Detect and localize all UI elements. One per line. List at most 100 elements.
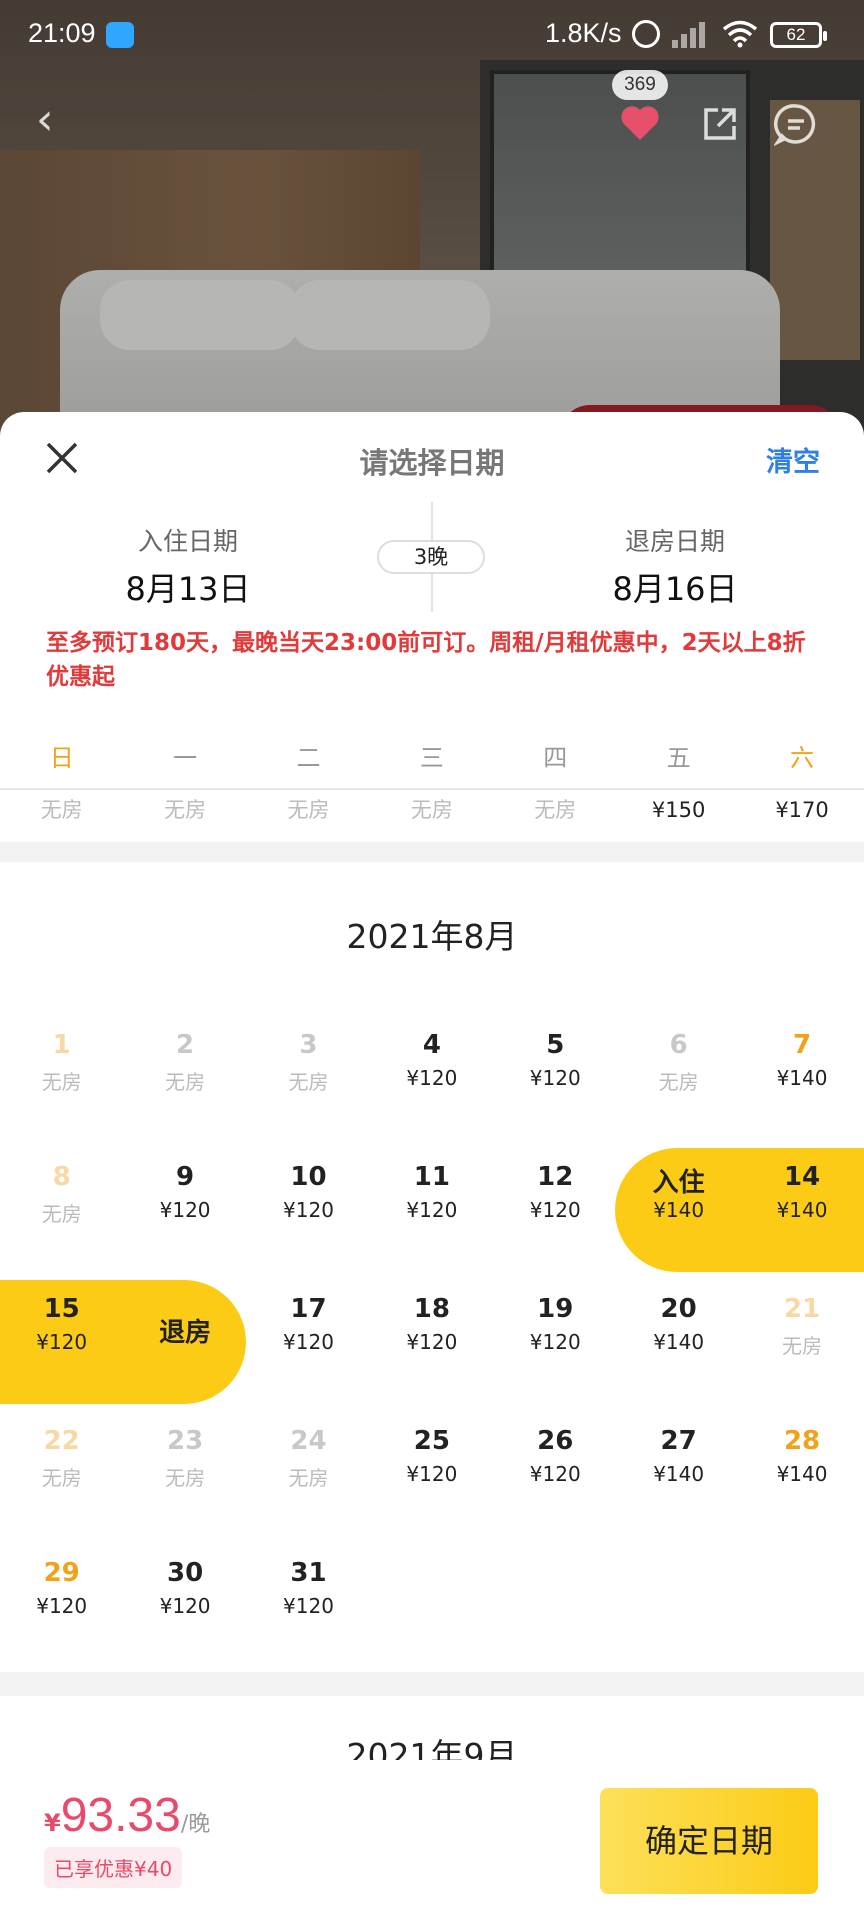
day-number: 18: [413, 1294, 450, 1324]
message-icon[interactable]: [774, 102, 818, 146]
alarm-icon: [632, 20, 660, 48]
weekday-label: 三: [419, 744, 444, 772]
day-price: 无房: [410, 798, 453, 822]
day-number: 29: [43, 1558, 80, 1588]
day-number: 1: [52, 1030, 71, 1060]
sheet-header: 请选择日期 清空: [0, 412, 864, 502]
day-number: 28: [783, 1426, 821, 1456]
share-icon[interactable]: [700, 104, 740, 144]
day-price: 无房: [782, 1334, 823, 1358]
calendar-day[interactable]: 12 ¥120: [494, 1144, 617, 1276]
calendar-day[interactable]: 7 ¥140: [740, 1012, 863, 1144]
day-price: ¥120: [283, 1330, 334, 1354]
sheet-title: 请选择日期: [359, 446, 505, 480]
calendar-day[interactable]: 25 ¥120: [370, 1408, 493, 1540]
day-price: ¥120: [529, 1066, 581, 1090]
nights-badge: 3晚: [377, 540, 485, 574]
day-number: 7: [792, 1030, 812, 1060]
calendar-day[interactable]: 28 ¥140: [740, 1408, 863, 1540]
day-number: 27: [660, 1426, 697, 1456]
calendar-day: 3 无房: [247, 1012, 370, 1144]
checkin-day[interactable]: 入住 ¥140: [617, 1144, 740, 1276]
calendar-day[interactable]: 17 ¥120: [247, 1276, 370, 1408]
day-price: ¥140: [776, 1462, 828, 1486]
day-price: ¥120: [159, 1594, 211, 1618]
price-unit: /晚: [180, 1812, 211, 1837]
day-price: 无房: [164, 798, 207, 822]
checkin-summary[interactable]: 入住日期 8月13日: [38, 522, 338, 610]
day-number: 8: [52, 1162, 71, 1192]
day-number: 23: [166, 1426, 204, 1456]
day-number: 12: [537, 1162, 574, 1192]
chevron-left-icon[interactable]: ‹: [36, 98, 76, 142]
confirm-dates-button[interactable]: 确定日期: [600, 1788, 818, 1894]
day-price: 无房: [40, 798, 83, 822]
day-number: 26: [537, 1426, 574, 1456]
day-price: ¥170: [775, 798, 829, 822]
calendar-day[interactable]: 14 ¥140: [740, 1144, 863, 1276]
calendar-day[interactable]: 20 ¥140: [617, 1276, 740, 1408]
day-price: 无房: [165, 1070, 206, 1094]
calendar-week: 1 无房 2 无房 3 无房 4 ¥120 5 ¥120 6 无房 7 ¥140: [0, 1012, 864, 1144]
day-number: 14: [783, 1162, 821, 1192]
day-number: 15: [43, 1294, 80, 1324]
day-number: 19: [537, 1294, 574, 1324]
calendar-day[interactable]: 10 ¥120: [247, 1144, 370, 1276]
price-summary: ¥93.33/晚 已享优惠¥40: [44, 1788, 210, 1888]
day-price: 无房: [165, 1466, 206, 1490]
day-number: 30: [166, 1558, 204, 1588]
bottom-bar: ¥93.33/晚 已享优惠¥40 确定日期: [0, 1760, 864, 1920]
calendar-day[interactable]: 27 ¥140: [617, 1408, 740, 1540]
day-number: 24: [290, 1426, 327, 1456]
day-price: 无房: [658, 1070, 699, 1094]
day-number: 22: [43, 1426, 80, 1456]
checkout-day[interactable]: 退房: [123, 1276, 246, 1408]
signal-icon: [672, 18, 710, 48]
heart-icon[interactable]: [616, 98, 664, 146]
day-price: ¥120: [283, 1198, 334, 1222]
weekday-label: 五: [666, 744, 691, 772]
calendar-day[interactable]: 4 ¥120: [370, 1012, 493, 1144]
booking-notice: 至多预订180天，最晚当天23:00前可订。周租/月租优惠中，2天以上8折优惠起: [46, 630, 806, 690]
calendar-day[interactable]: 5 ¥120: [494, 1012, 617, 1144]
day-price: ¥140: [776, 1198, 828, 1222]
calendar-week: 22 无房 23 无房 24 无房 25 ¥120 26 ¥120 27 ¥140 28 ¥1…: [0, 1408, 864, 1540]
checkout-label: 退房日期: [624, 527, 725, 556]
weekday-label: 一: [173, 744, 198, 772]
clear-button[interactable]: 清空: [766, 440, 820, 479]
day-number: 退房: [159, 1318, 212, 1348]
day-number: 31: [290, 1558, 327, 1588]
day-price: ¥120: [406, 1198, 458, 1222]
favorite-count: 369: [612, 70, 668, 100]
day-number: 25: [413, 1426, 450, 1456]
day-number: 10: [290, 1162, 327, 1192]
day-price: 无房: [41, 1466, 82, 1490]
calendar-day[interactable]: 11 ¥120: [370, 1144, 493, 1276]
day-price: ¥140: [653, 1198, 705, 1222]
calendar-day[interactable]: 15 ¥120: [0, 1276, 123, 1408]
calendar-day[interactable]: 31 ¥120: [247, 1540, 370, 1672]
checkout-summary[interactable]: 退房日期 8月16日: [525, 522, 825, 610]
date-summary: 入住日期 8月13日 退房日期 8月16日 3晚: [0, 502, 864, 622]
calendar-day: 8 无房: [0, 1144, 123, 1276]
calendar-day[interactable]: 19 ¥120: [494, 1276, 617, 1408]
calendar-day[interactable]: 18 ¥120: [370, 1276, 493, 1408]
day-price: 无房: [41, 1202, 82, 1226]
day-price: 无房: [288, 1466, 329, 1490]
battery-icon: 62: [770, 22, 827, 48]
day-price: ¥120: [406, 1330, 458, 1354]
calendar-day[interactable]: 26 ¥120: [494, 1408, 617, 1540]
calendar-day[interactable]: 30 ¥120: [123, 1540, 246, 1672]
calendar-day: 23 无房: [123, 1408, 246, 1540]
day-number: 入住: [652, 1168, 705, 1198]
day-number: 20: [660, 1294, 697, 1324]
price-amount: 93.33: [60, 1789, 181, 1842]
day-price: ¥140: [653, 1462, 705, 1486]
network-speed: 1.8K/s: [545, 18, 622, 48]
checkin-label: 入住日期: [137, 527, 238, 556]
calendar-day[interactable]: 29 ¥120: [0, 1540, 123, 1672]
day-price: ¥120: [159, 1198, 211, 1222]
day-number: 11: [413, 1162, 450, 1192]
day-price: ¥150: [651, 798, 706, 822]
calendar-day[interactable]: 9 ¥120: [123, 1144, 246, 1276]
